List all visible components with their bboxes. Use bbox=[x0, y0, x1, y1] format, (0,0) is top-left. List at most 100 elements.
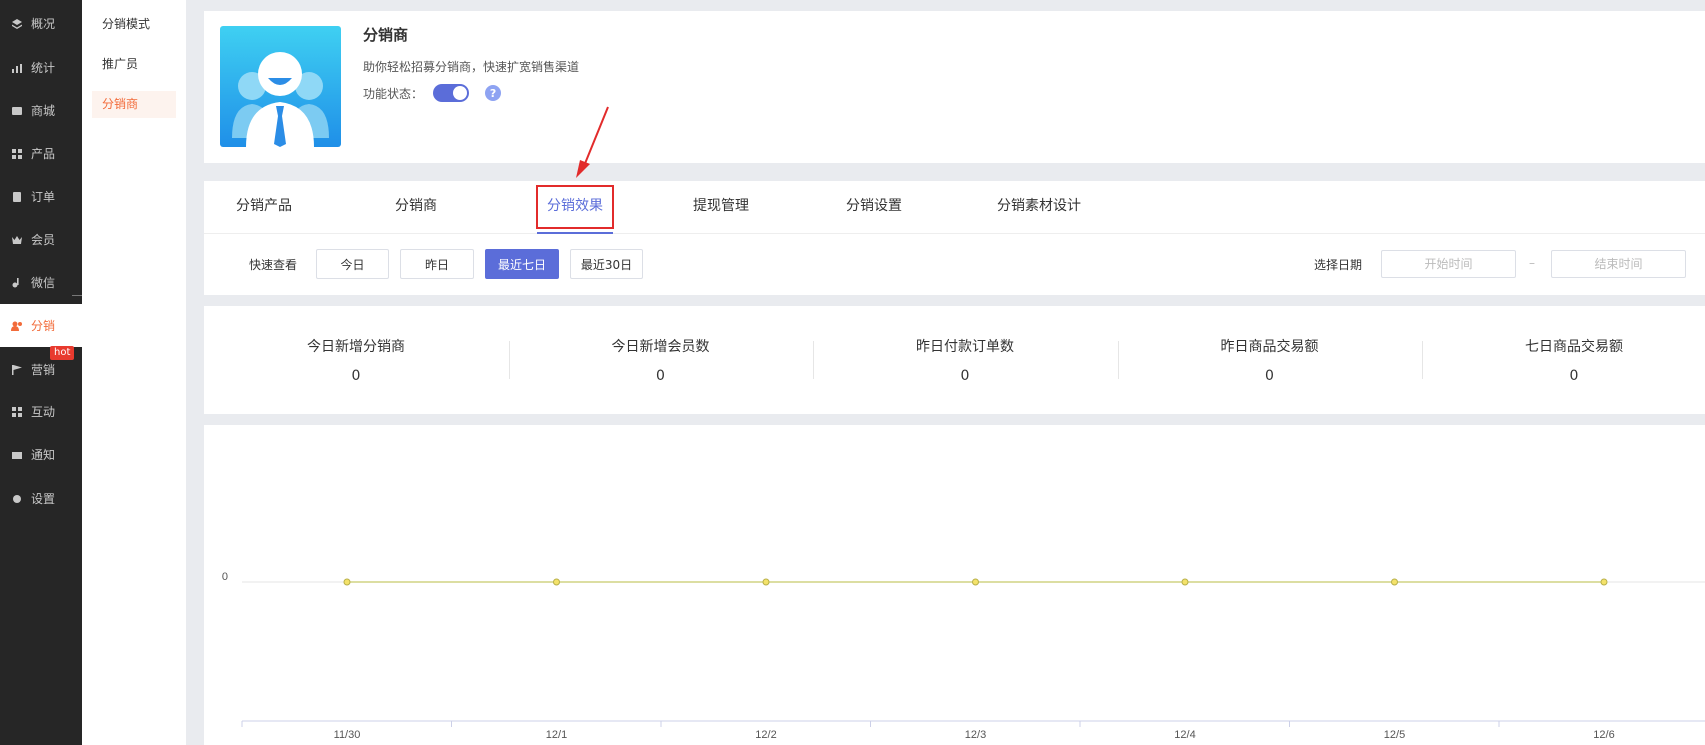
wechat-icon bbox=[10, 276, 24, 290]
nav-item-label: 订单 bbox=[31, 190, 56, 204]
nav-item-11[interactable]: 设置 bbox=[0, 477, 82, 520]
tab-highlight-box bbox=[536, 185, 614, 229]
stat-label: 今日新增分销商 bbox=[307, 339, 405, 355]
nav-item-1[interactable]: 统计 bbox=[0, 46, 82, 89]
nav-item-4[interactable]: 订单 bbox=[0, 175, 82, 218]
subnav-item-1[interactable]: 推广员 bbox=[92, 51, 176, 78]
nav-item-label: 概况 bbox=[31, 17, 56, 31]
stat-value: 0 bbox=[960, 368, 970, 384]
nav-item-label: 会员 bbox=[31, 233, 56, 247]
stat-card-3: 昨日商品交易额 0 bbox=[1118, 306, 1422, 414]
quick-filter-button-0[interactable]: 今日 bbox=[316, 249, 389, 279]
nav-item-9[interactable]: 互动 bbox=[0, 390, 82, 433]
nav-item-label: 通知 bbox=[31, 448, 56, 462]
nav-item-label: 设置 bbox=[31, 492, 56, 506]
nav-item-10[interactable]: 通知 bbox=[0, 433, 82, 476]
tabs-panel: 分销产品 分销商 分销效果 提现管理 分销设置 分销素材设计 快速查看 今日 昨日 最近七日最… bbox=[204, 181, 1705, 295]
x-tick-label: 11/30 bbox=[334, 729, 361, 741]
tab-5[interactable]: 分销素材设计 bbox=[992, 181, 1086, 234]
tab-0[interactable]: 分销产品 bbox=[232, 181, 296, 234]
stat-label: 七日商品交易额 bbox=[1525, 339, 1623, 355]
nav-item-label: 产品 bbox=[31, 147, 56, 161]
flag-icon bbox=[10, 363, 24, 377]
stat-divider bbox=[1422, 341, 1423, 379]
data-point[interactable] bbox=[553, 578, 560, 586]
sub-nav: 分销模式推广员分销商 bbox=[82, 0, 186, 745]
stat-value: 0 bbox=[351, 368, 361, 384]
feature-header: 分销商 助你轻松招募分销商，快速扩宽销售渠道 功能状态： ? bbox=[204, 11, 1705, 163]
gear-icon bbox=[10, 492, 24, 506]
nav-notch bbox=[72, 295, 82, 296]
feature-toggle[interactable] bbox=[433, 84, 470, 102]
data-point[interactable] bbox=[1600, 578, 1608, 586]
data-point[interactable] bbox=[343, 578, 351, 586]
stat-card-0: 今日新增分销商 0 bbox=[204, 306, 508, 414]
order-icon bbox=[10, 190, 24, 204]
nav-item-label: 营销 bbox=[31, 363, 56, 377]
stat-value: 0 bbox=[1569, 368, 1579, 384]
stat-divider bbox=[1117, 341, 1119, 379]
tab-bar: 分销产品 分销商 分销效果 提现管理 分销设置 分销素材设计 bbox=[204, 181, 1705, 234]
nav-item-3[interactable]: 产品 bbox=[0, 132, 82, 175]
start-date-input[interactable]: 开始时间 bbox=[1381, 250, 1516, 278]
interact-icon bbox=[10, 405, 24, 419]
mail-icon bbox=[10, 448, 24, 462]
distributor-logo bbox=[220, 26, 341, 147]
x-tick-label: 12/2 bbox=[755, 729, 776, 741]
feature-status-row: 功能状态： ? bbox=[363, 84, 502, 102]
nav-item-6[interactable]: 微信 bbox=[0, 261, 82, 304]
main-nav: 概况统计商城产品订单会员微信分销营销互动通知设置 bbox=[0, 0, 82, 745]
stat-card-2: 昨日付款订单数 0 bbox=[813, 306, 1117, 414]
chart-panel: 0 11/30 12/1 12/2 12/3 12/4 12/5 12/6 bbox=[204, 425, 1705, 745]
stat-label: 今日新增会员数 bbox=[611, 339, 710, 355]
stat-divider bbox=[813, 341, 814, 379]
x-tick-label: 12/1 bbox=[546, 729, 567, 741]
stat-card-4: 七日商品交易额 0 bbox=[1422, 306, 1705, 414]
y-tick-label: 0 bbox=[222, 571, 228, 583]
x-tick-label: 12/3 bbox=[965, 729, 986, 741]
quick-view-label: 快速查看 bbox=[249, 258, 298, 272]
stat-label: 昨日商品交易额 bbox=[1220, 339, 1319, 355]
status-label: 功能状态： bbox=[363, 86, 424, 101]
quick-filter-button-1[interactable]: 昨日 bbox=[400, 249, 474, 279]
filter-bar: 快速查看 今日 昨日 最近七日 最近30日 选择日期 开始时间 – 结束时间 bbox=[204, 234, 1705, 295]
layers-icon bbox=[10, 17, 24, 31]
end-date-input[interactable]: 结束时间 bbox=[1551, 250, 1686, 278]
tab-3[interactable]: 提现管理 bbox=[689, 181, 753, 234]
mall-icon bbox=[10, 104, 24, 118]
subnav-item-0[interactable]: 分销模式 bbox=[92, 11, 176, 38]
distribution-icon bbox=[10, 319, 24, 333]
tab-4[interactable]: 分销设置 bbox=[842, 181, 906, 234]
crown-icon bbox=[10, 233, 24, 247]
nav-item-2[interactable]: 商城 bbox=[0, 89, 82, 132]
page-description: 助你轻松招募分销商，快速扩宽销售渠道 bbox=[363, 60, 580, 74]
data-point[interactable] bbox=[972, 578, 979, 586]
x-tick-label: 12/5 bbox=[1384, 729, 1405, 741]
subnav-item-2[interactable]: 分销商 bbox=[92, 91, 176, 118]
tab-1[interactable]: 分销商 bbox=[384, 181, 448, 234]
nav-item-0[interactable]: 概况 bbox=[0, 2, 82, 45]
line-chart: 0 11/30 12/1 12/2 12/3 12/4 12/5 12/6 bbox=[222, 571, 1705, 741]
quick-filter-button-2[interactable]: 最近七日 bbox=[485, 249, 559, 279]
date-separator: – bbox=[1529, 256, 1535, 270]
nav-item-label: 统计 bbox=[31, 61, 56, 75]
quick-filter-button-3[interactable]: 最近30日 bbox=[570, 249, 643, 279]
stat-card-1: 今日新增会员数 0 bbox=[509, 306, 813, 414]
stat-label: 昨日付款订单数 bbox=[916, 339, 1014, 355]
nav-item-7[interactable]: 分销 bbox=[0, 304, 82, 347]
data-point[interactable] bbox=[1391, 578, 1398, 586]
nav-item-label: 商城 bbox=[31, 104, 56, 118]
x-tick-label: 12/6 bbox=[1593, 729, 1614, 741]
stats-icon bbox=[10, 61, 24, 75]
nav-item-5[interactable]: 会员 bbox=[0, 218, 82, 261]
x-tick-label: 12/4 bbox=[1174, 729, 1195, 741]
date-picker-label: 选择日期 bbox=[1314, 258, 1363, 272]
stats-panel: 今日新增分销商 0 今日新增会员数 0 昨日付款订单数 0 昨日商品交易额 0 七日商品交易额 0 bbox=[204, 306, 1705, 414]
data-point[interactable] bbox=[1181, 578, 1189, 586]
stat-value: 0 bbox=[1265, 368, 1274, 384]
help-icon[interactable]: ? bbox=[485, 85, 502, 101]
nav-item-label: 分销 bbox=[31, 319, 56, 333]
data-point[interactable] bbox=[762, 578, 770, 586]
grid-icon bbox=[10, 147, 24, 161]
hot-badge: hot bbox=[50, 346, 75, 360]
